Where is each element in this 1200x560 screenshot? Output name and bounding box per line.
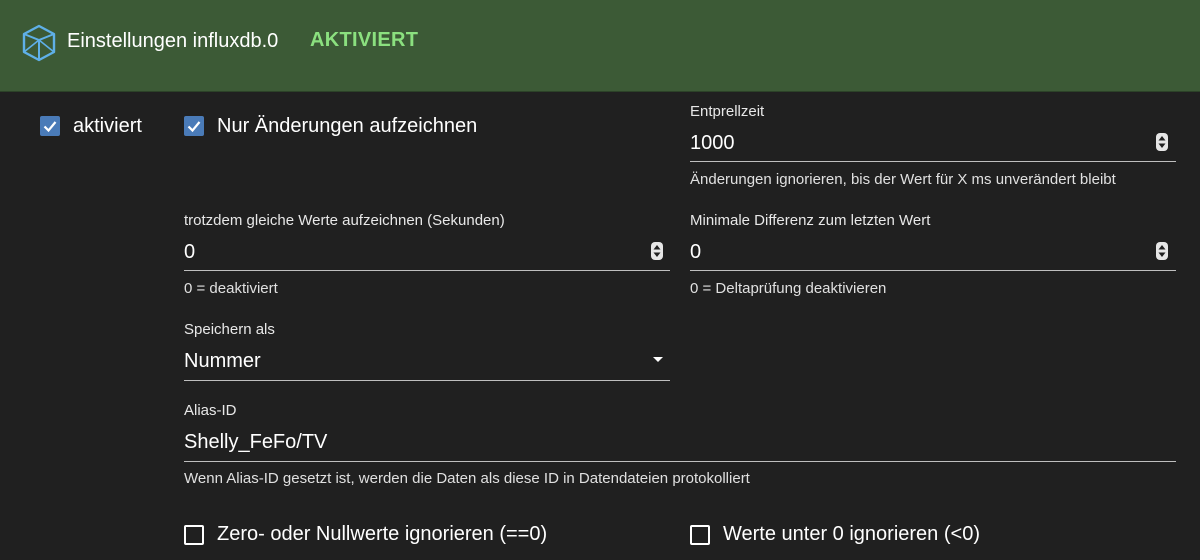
record-same-values-spinner-icon[interactable] (651, 242, 663, 260)
debounce-help: Änderungen ignorieren, bis der Wert für … (690, 171, 1116, 188)
debounce-input[interactable]: 1000 (690, 132, 735, 155)
record-same-values-help: 0 = deaktiviert (184, 280, 278, 297)
alias-id-label: Alias-ID (184, 402, 237, 419)
ignore-below-zero-label: Werte unter 0 ignorieren (<0) (723, 523, 980, 545)
debounce-spinner-icon[interactable] (1156, 133, 1168, 151)
status-badge: AKTIVIERT (310, 29, 419, 51)
min-difference-underline (690, 270, 1176, 271)
store-as-underline (184, 380, 670, 381)
changes-only-checkbox[interactable] (184, 116, 204, 136)
ignore-zero-label: Zero- oder Nullwerte ignorieren (==0) (217, 523, 548, 545)
record-same-values-input[interactable]: 0 (184, 241, 195, 264)
changes-only-label: Nur Änderungen aufzeichnen (217, 115, 478, 137)
record-same-values-label: trotzdem gleiche Werte aufzeichnen (Seku… (184, 212, 505, 229)
enabled-label: aktiviert (73, 115, 142, 137)
dialog-header: Einstellungen influxdb.0 AKTIVIERT (0, 0, 1200, 92)
min-difference-help: 0 = Deltaprüfung deaktivieren (690, 280, 887, 297)
checkmark-icon (43, 121, 57, 133)
debounce-underline (690, 161, 1176, 162)
dialog-title: Einstellungen influxdb.0 (67, 30, 279, 52)
store-as-label: Speichern als (184, 321, 275, 338)
min-difference-input[interactable]: 0 (690, 241, 701, 264)
ignore-below-zero-checkbox[interactable] (690, 525, 710, 545)
influxdb-logo-icon (22, 24, 56, 62)
enabled-checkbox[interactable] (40, 116, 60, 136)
alias-id-underline (184, 461, 1176, 462)
min-difference-label: Minimale Differenz zum letzten Wert (690, 212, 931, 229)
alias-id-help: Wenn Alias-ID gesetzt ist, werden die Da… (184, 470, 750, 487)
checkmark-icon (187, 121, 201, 133)
debounce-label: Entprellzeit (690, 103, 765, 120)
store-as-select[interactable]: Nummer (184, 350, 261, 373)
alias-id-input[interactable]: Shelly_FeFo/TV (184, 431, 327, 454)
ignore-zero-checkbox[interactable] (184, 525, 204, 545)
chevron-down-icon[interactable] (653, 357, 663, 362)
min-difference-spinner-icon[interactable] (1156, 242, 1168, 260)
record-same-values-underline (184, 270, 670, 271)
